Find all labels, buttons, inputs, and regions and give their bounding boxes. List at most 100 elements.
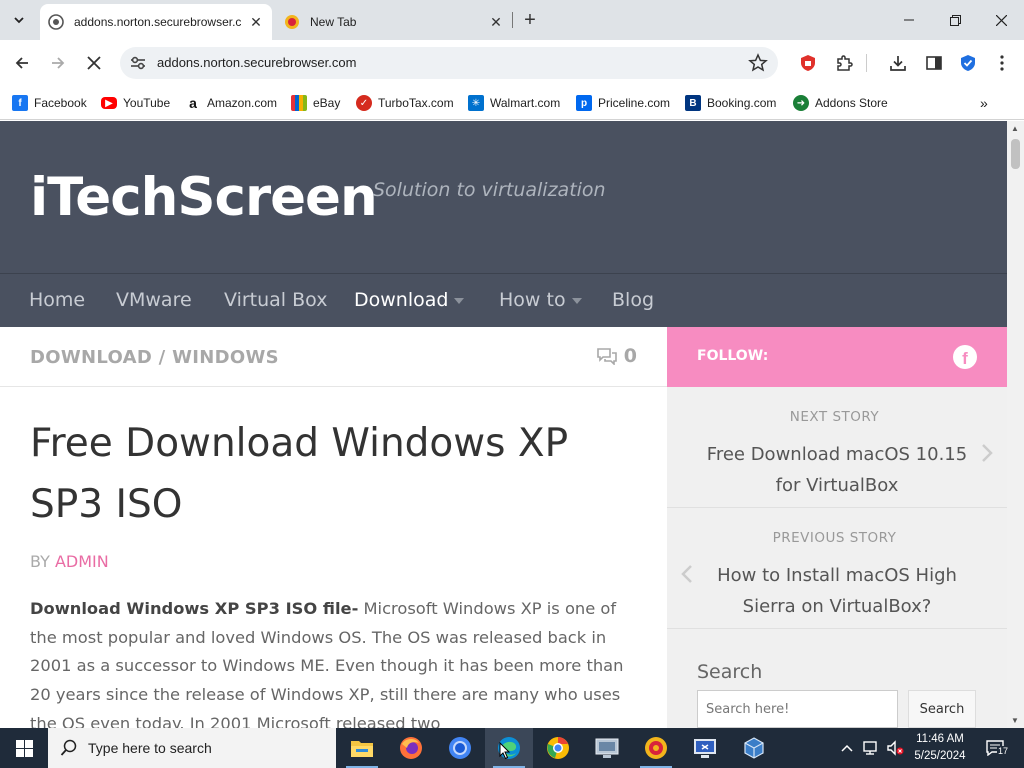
- sidebar-search-button[interactable]: Search: [908, 690, 976, 728]
- start-button[interactable]: [0, 728, 48, 768]
- monitor-app-icon: [694, 739, 716, 758]
- page-scrollbar[interactable]: ▲ ▼: [1007, 121, 1024, 728]
- norton-safe-web-extension[interactable]: [794, 49, 822, 77]
- bookmark-label: Facebook: [34, 96, 87, 110]
- side-panel-icon: [926, 56, 942, 70]
- bookmark-facebook[interactable]: f Facebook: [12, 92, 87, 114]
- volume-tray-icon[interactable]: [884, 728, 906, 768]
- next-story[interactable]: NEXT STORY Free Download macOS 10.15 for…: [667, 387, 1007, 508]
- windows-logo-icon: [15, 739, 33, 757]
- url-text: addons.norton.securebrowser.com: [157, 55, 357, 70]
- norton-password-extension[interactable]: [954, 49, 982, 77]
- chevron-left-icon: [681, 565, 692, 583]
- taskbar-chrome-blue[interactable]: [436, 728, 484, 768]
- restore-icon: [949, 14, 961, 26]
- new-tab-button[interactable]: +: [518, 8, 542, 32]
- tab-separator: [512, 12, 513, 28]
- comments-link[interactable]: 0: [596, 345, 637, 367]
- bookmark-label: Amazon.com: [207, 96, 278, 110]
- close-window-button[interactable]: [978, 0, 1024, 40]
- taskbar-search-box[interactable]: Type here to search: [48, 728, 336, 768]
- bookmark-booking[interactable]: B Booking.com: [685, 92, 776, 114]
- scroll-down-icon[interactable]: ▼: [1011, 716, 1019, 725]
- firefox-icon: [400, 737, 422, 759]
- byline: BY ADMIN: [30, 552, 109, 571]
- subcategory-link[interactable]: WINDOWS: [172, 347, 279, 368]
- taskbar-monitor-app[interactable]: [681, 728, 729, 768]
- bookmarks-overflow-button[interactable]: »: [980, 92, 988, 114]
- site-title[interactable]: iTechScreen: [30, 167, 378, 228]
- bookmark-youtube[interactable]: ▶ YouTube: [101, 92, 170, 114]
- taskbar-remote-desktop[interactable]: [583, 728, 631, 768]
- taskbar-edge[interactable]: [485, 728, 533, 768]
- taskbar-file-explorer[interactable]: [338, 728, 386, 768]
- minimize-button[interactable]: [886, 0, 932, 40]
- taskbar-norton-browser[interactable]: [632, 728, 680, 768]
- tab-close-button[interactable]: ✕: [486, 12, 506, 32]
- bookmark-turbotax[interactable]: ✓ TurboTax.com: [356, 92, 454, 114]
- stop-loading-button[interactable]: [80, 49, 108, 77]
- downloads-button[interactable]: [884, 49, 912, 77]
- bookmark-label: eBay: [313, 96, 341, 110]
- browser-menu-button[interactable]: [988, 49, 1016, 77]
- show-hidden-icons-button[interactable]: [836, 728, 858, 768]
- forward-button[interactable]: [44, 49, 72, 77]
- previous-story-label: PREVIOUS STORY: [772, 530, 897, 546]
- side-panel-button[interactable]: [920, 49, 948, 77]
- bookmark-walmart[interactable]: ✳ Walmart.com: [468, 92, 560, 114]
- bookmark-priceline[interactable]: p Priceline.com: [576, 92, 670, 114]
- nav-vmware[interactable]: VMware: [116, 289, 192, 311]
- nav-how-to[interactable]: How to: [499, 289, 582, 311]
- nav-blog[interactable]: Blog: [612, 289, 654, 311]
- bookmark-ebay[interactable]: eBay: [291, 92, 340, 114]
- restore-button[interactable]: [932, 0, 978, 40]
- post-title: Free Download Windows XP SP3 ISO: [30, 421, 569, 527]
- category-link[interactable]: DOWNLOAD: [30, 347, 152, 368]
- sidebar: FOLLOW: f NEXT STORY Free Download macOS…: [667, 327, 1007, 728]
- walmart-icon: ✳: [468, 95, 484, 111]
- previous-story-title[interactable]: How to Install macOS High Sierra on Virt…: [697, 560, 977, 622]
- extensions-button[interactable]: [830, 49, 858, 77]
- lead-text: Microsoft Windows XP is one of the most …: [30, 599, 624, 728]
- turbotax-icon: ✓: [356, 95, 372, 111]
- web-page: iTechScreen Solution to virtualization H…: [0, 121, 1007, 728]
- previous-story[interactable]: PREVIOUS STORY How to Install macOS High…: [667, 508, 1007, 629]
- network-tray-icon[interactable]: [860, 728, 882, 768]
- tab-title: addons.norton.securebrowser.c: [74, 15, 242, 29]
- bookmark-label: Addons Store: [815, 96, 888, 110]
- next-story-title[interactable]: Free Download macOS 10.15 for VirtualBox: [697, 439, 977, 501]
- clock-date: 5/25/2024: [914, 750, 966, 762]
- bookmark-star-icon[interactable]: [748, 53, 768, 73]
- nav-download[interactable]: Download: [354, 289, 465, 311]
- tab-search-button[interactable]: [6, 7, 32, 33]
- taskbar-firefox[interactable]: [387, 728, 435, 768]
- chevron-down-icon: [14, 17, 24, 24]
- windows-taskbar: Type here to search 11:46 AM 5/25/2024 1…: [0, 728, 1024, 768]
- bookmark-label: TurboTax.com: [378, 96, 454, 110]
- lead-bold: Download Windows XP SP3 ISO file-: [30, 599, 359, 618]
- back-button[interactable]: [8, 49, 36, 77]
- bookmark-amazon[interactable]: a Amazon.com: [185, 92, 277, 114]
- browser-toolbar: addons.norton.securebrowser.com: [0, 40, 1024, 86]
- network-icon: [863, 741, 877, 755]
- nav-home[interactable]: Home: [29, 289, 85, 311]
- taskbar-search-placeholder: Type here to search: [88, 740, 212, 756]
- scroll-up-icon[interactable]: ▲: [1011, 124, 1019, 133]
- tab-addons-norton[interactable]: addons.norton.securebrowser.c ✕: [40, 4, 272, 40]
- taskbar-chromium-browser[interactable]: [534, 728, 582, 768]
- scrollbar-thumb[interactable]: [1011, 139, 1020, 169]
- addons-store-icon: ➜: [793, 95, 809, 111]
- nav-virtual-box[interactable]: Virtual Box: [224, 289, 327, 311]
- tab-new-tab[interactable]: New Tab ✕: [276, 4, 512, 40]
- breadcrumb: DOWNLOAD / WINDOWS: [30, 347, 279, 368]
- bookmark-addons-store[interactable]: ➜ Addons Store: [793, 92, 888, 114]
- author-link[interactable]: ADMIN: [55, 552, 109, 571]
- address-bar[interactable]: addons.norton.securebrowser.com: [120, 47, 778, 79]
- taskbar-virtualbox[interactable]: [730, 728, 778, 768]
- taskbar-clock[interactable]: 11:46 AM 5/25/2024: [906, 731, 974, 765]
- sidebar-search-input[interactable]: [697, 690, 898, 728]
- tab-close-button[interactable]: ✕: [246, 12, 266, 32]
- facebook-follow-icon[interactable]: f: [953, 345, 977, 369]
- facebook-icon: f: [12, 95, 28, 111]
- action-center-button[interactable]: 17: [980, 728, 1010, 768]
